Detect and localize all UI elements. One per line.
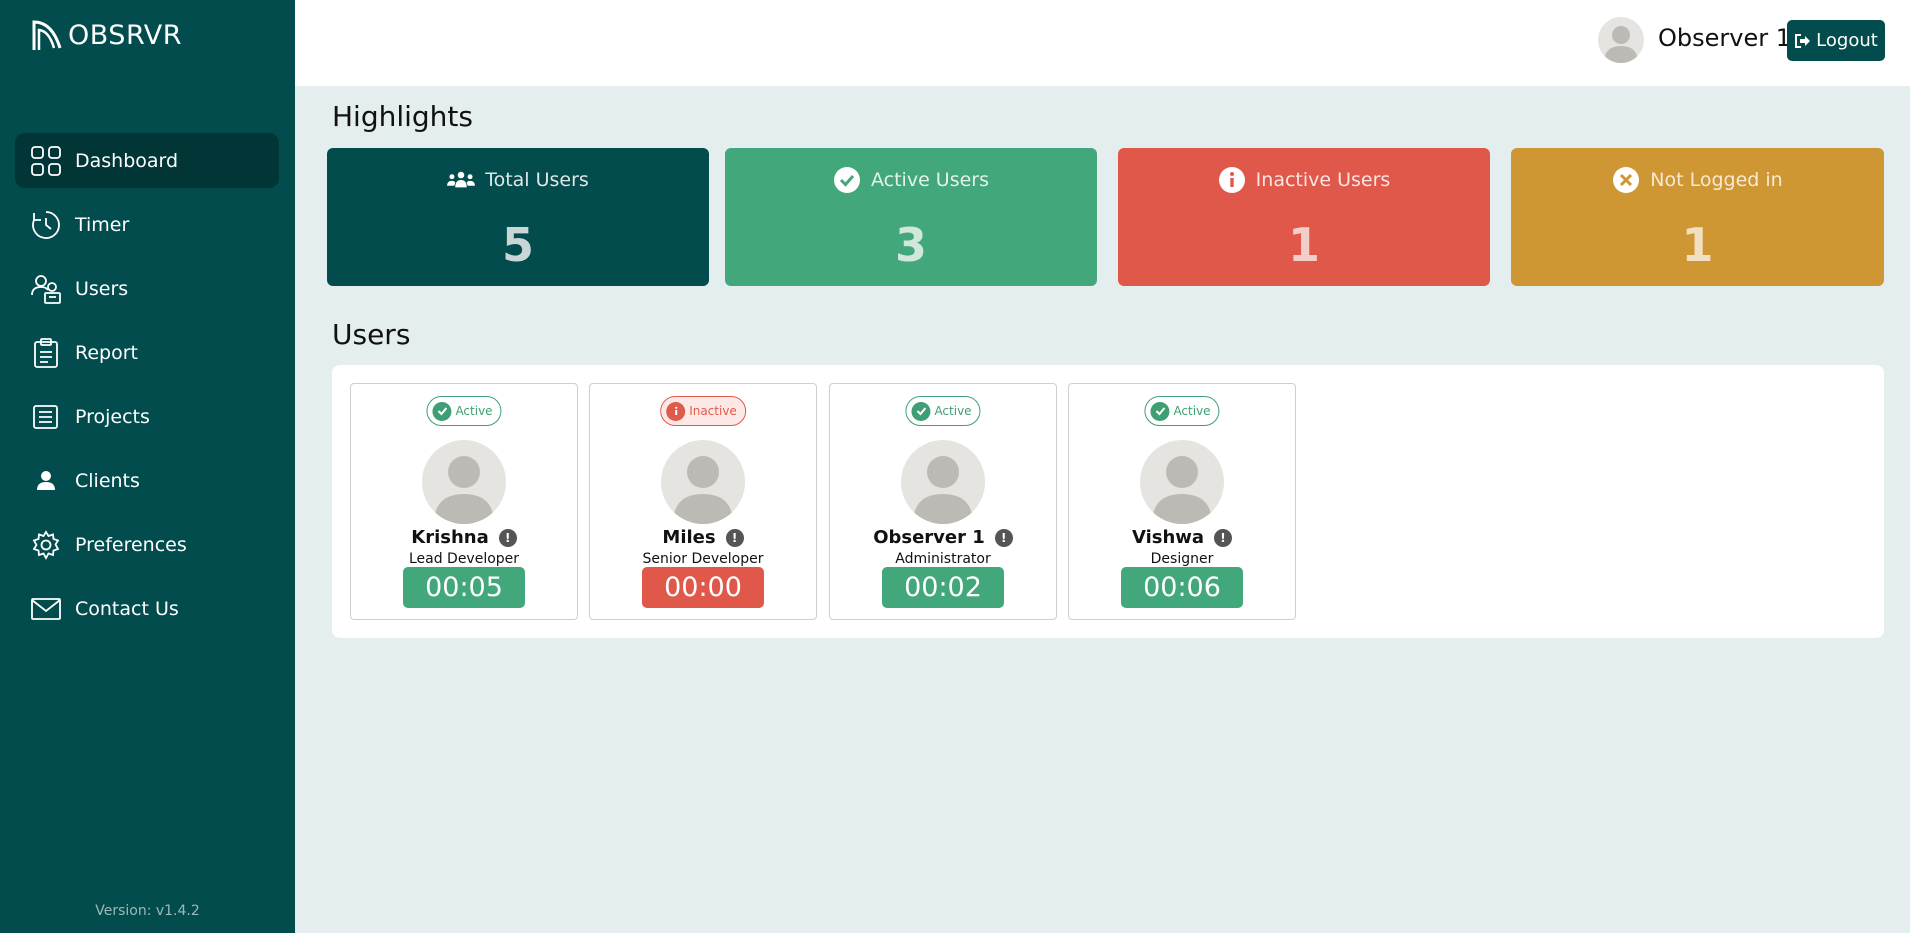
sidebar-item-label: Report bbox=[75, 341, 138, 364]
sidebar-item-label: Timer bbox=[75, 213, 130, 236]
status-badge: Active bbox=[1144, 396, 1220, 426]
not-logged-in-value: 1 bbox=[1681, 218, 1714, 272]
total-users-value: 5 bbox=[501, 218, 534, 272]
sidebar-item-dashboard[interactable]: Dashboard bbox=[15, 133, 279, 188]
logout-button[interactable]: Logout bbox=[1787, 20, 1885, 61]
user-role: Senior Developer bbox=[642, 551, 764, 567]
alert-icon[interactable]: ! bbox=[1214, 528, 1233, 547]
user-name: Vishwa bbox=[1131, 527, 1205, 548]
user-role: Lead Developer bbox=[408, 551, 520, 567]
grid-icon bbox=[30, 145, 62, 177]
info-circle-icon bbox=[666, 401, 686, 421]
user-name: Miles bbox=[662, 527, 716, 548]
user-timer: 00:05 bbox=[403, 567, 525, 608]
sidebar-item-clients[interactable]: Clients bbox=[15, 453, 279, 508]
alert-icon[interactable]: ! bbox=[994, 528, 1013, 547]
user-name: Observer 1 bbox=[873, 527, 985, 548]
active-users-card[interactable]: Active Users 3 bbox=[725, 148, 1097, 286]
sidebar-item-label: Projects bbox=[75, 405, 150, 428]
avatar[interactable] bbox=[1598, 17, 1644, 63]
logout-label: Logout bbox=[1816, 30, 1878, 51]
sidebar-item-label: Users bbox=[75, 277, 129, 300]
logo-text: OBSRVR bbox=[68, 19, 182, 51]
check-circle-icon bbox=[1150, 401, 1170, 421]
users-icon bbox=[30, 273, 62, 305]
check-circle-icon bbox=[432, 401, 452, 421]
user-card[interactable]: Active Krishna ! Lead Developer 00:05 bbox=[350, 383, 578, 620]
status-badge: Active bbox=[426, 396, 502, 426]
mail-icon bbox=[30, 593, 62, 625]
check-circle-icon bbox=[833, 166, 861, 194]
not-logged-in-label: Not Logged in bbox=[1650, 169, 1783, 191]
sidebar-item-timer[interactable]: Timer bbox=[15, 197, 279, 252]
sidebar: OBSRVR Dashboard Timer Users Report Proj… bbox=[0, 0, 295, 933]
user-timer: 00:00 bbox=[642, 567, 764, 608]
alert-icon[interactable]: ! bbox=[725, 528, 744, 547]
sidebar-nav: Dashboard Timer Users Report Projects Cl… bbox=[15, 133, 279, 645]
alert-icon[interactable]: ! bbox=[498, 528, 517, 547]
sidebar-item-projects[interactable]: Projects bbox=[15, 389, 279, 444]
inactive-users-value: 1 bbox=[1287, 218, 1320, 272]
info-circle-icon bbox=[1218, 166, 1246, 194]
users-panel: Active Krishna ! Lead Developer 00:05 In… bbox=[332, 365, 1884, 638]
status-badge: Inactive bbox=[660, 396, 746, 426]
user-role: Designer bbox=[1150, 551, 1214, 567]
clock-icon bbox=[30, 209, 62, 241]
sidebar-item-label: Preferences bbox=[75, 533, 187, 556]
active-users-label: Active Users bbox=[870, 169, 990, 191]
top-header: Observer 1 Logout bbox=[295, 0, 1910, 86]
user-card[interactable]: Active Vishwa ! Designer 00:06 bbox=[1068, 383, 1296, 620]
total-users-card[interactable]: Total Users 5 bbox=[327, 148, 709, 286]
logo-mark-icon bbox=[32, 20, 62, 50]
active-users-value: 3 bbox=[894, 218, 927, 272]
sidebar-item-label: Contact Us bbox=[75, 597, 179, 620]
user-card[interactable]: Active Observer 1 ! Administrator 00:02 bbox=[829, 383, 1057, 620]
highlights-title: Highlights bbox=[332, 100, 473, 133]
inactive-users-card[interactable]: Inactive Users 1 bbox=[1118, 148, 1490, 286]
status-label: Active bbox=[455, 404, 493, 418]
status-label: Active bbox=[934, 404, 972, 418]
user-timer: 00:02 bbox=[882, 567, 1004, 608]
sidebar-item-label: Clients bbox=[75, 469, 140, 492]
sidebar-item-users[interactable]: Users bbox=[15, 261, 279, 316]
user-name: Krishna bbox=[411, 527, 489, 548]
status-label: Active bbox=[1173, 404, 1211, 418]
version-label: Version: v1.4.2 bbox=[95, 903, 200, 919]
logout-icon bbox=[1795, 33, 1811, 48]
users-title: Users bbox=[332, 318, 411, 351]
user-card[interactable]: Inactive Miles ! Senior Developer 00:00 bbox=[589, 383, 817, 620]
sidebar-item-label: Dashboard bbox=[75, 149, 179, 172]
current-user-name: Observer 1 bbox=[1658, 24, 1791, 52]
total-users-label: Total Users bbox=[485, 169, 589, 191]
sidebar-item-contact-us[interactable]: Contact Us bbox=[15, 581, 279, 636]
clipboard-icon bbox=[30, 337, 62, 369]
avatar bbox=[661, 440, 745, 524]
users-group-icon bbox=[447, 166, 476, 194]
check-circle-icon bbox=[911, 401, 931, 421]
inactive-users-label: Inactive Users bbox=[1255, 169, 1391, 191]
avatar bbox=[422, 440, 506, 524]
x-circle-icon bbox=[1612, 166, 1640, 194]
app-logo[interactable]: OBSRVR bbox=[30, 18, 182, 52]
sidebar-item-report[interactable]: Report bbox=[15, 325, 279, 380]
user-timer: 00:06 bbox=[1121, 567, 1243, 608]
list-icon bbox=[30, 401, 62, 433]
status-label: Inactive bbox=[689, 404, 737, 418]
sidebar-item-preferences[interactable]: Preferences bbox=[15, 517, 279, 572]
gear-icon bbox=[30, 529, 62, 561]
person-icon bbox=[30, 465, 62, 497]
user-role: Administrator bbox=[895, 551, 991, 567]
status-badge: Active bbox=[905, 396, 981, 426]
avatar bbox=[1140, 440, 1224, 524]
not-logged-in-card[interactable]: Not Logged in 1 bbox=[1511, 148, 1884, 286]
avatar bbox=[901, 440, 985, 524]
